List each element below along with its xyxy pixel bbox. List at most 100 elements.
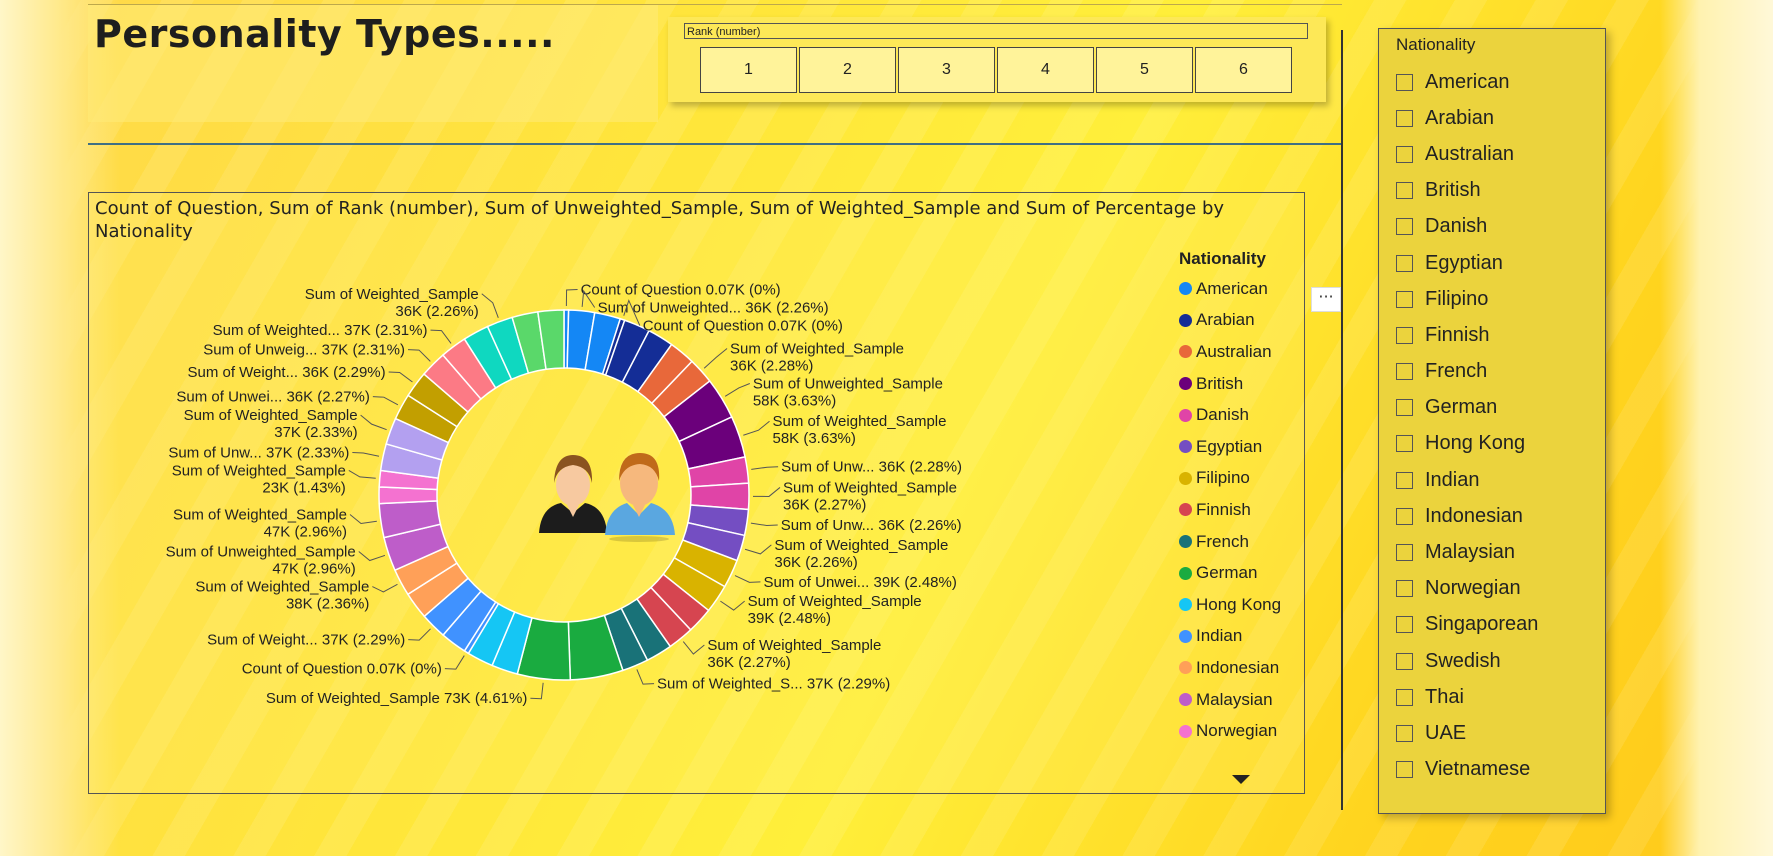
legend-dot-icon: [1179, 503, 1192, 517]
rank-option-6[interactable]: 6: [1195, 47, 1292, 93]
legend-item[interactable]: American: [1179, 273, 1281, 305]
checkbox[interactable]: [1396, 73, 1413, 91]
checkbox[interactable]: [1396, 688, 1413, 706]
nationality-option[interactable]: German: [1396, 390, 1538, 426]
legend-item[interactable]: Arabian: [1179, 305, 1281, 337]
legend-title: Nationality: [1179, 249, 1266, 268]
nationality-option-label: Filipino: [1425, 287, 1489, 310]
checkbox[interactable]: [1396, 435, 1413, 453]
leader-line: [724, 383, 751, 397]
legend-item[interactable]: Filipino: [1179, 463, 1281, 495]
rank-slicer-title: Rank (number): [684, 23, 1308, 39]
nationality-option[interactable]: Malaysian: [1396, 534, 1538, 570]
legend-label: Malaysian: [1196, 689, 1273, 709]
nationality-option[interactable]: Australian: [1396, 136, 1538, 172]
nationality-slicer-title: Nationality: [1396, 35, 1476, 54]
checkbox[interactable]: [1396, 254, 1413, 272]
legend-dot-icon: [1179, 661, 1192, 675]
checkbox[interactable]: [1396, 471, 1413, 489]
nationality-option[interactable]: Danish: [1396, 209, 1538, 245]
legend-dot-icon: [1179, 629, 1192, 643]
checkbox[interactable]: [1396, 218, 1413, 236]
legend-item[interactable]: Australian: [1179, 336, 1281, 368]
checkbox[interactable]: [1396, 290, 1413, 308]
rank-option-1[interactable]: 1: [700, 47, 797, 93]
nationality-option-label: UAE: [1425, 721, 1467, 744]
legend-label: Filipino: [1196, 468, 1250, 488]
legend-item[interactable]: Indian: [1179, 621, 1281, 653]
legend-scroll-down-icon[interactable]: [1232, 775, 1250, 784]
slice-data-label: Sum of Weighted_Sample 36K (2.27%): [707, 637, 881, 671]
rank-option-4[interactable]: 4: [997, 47, 1094, 93]
nationality-option-label: Malaysian: [1425, 541, 1516, 564]
rank-option-3[interactable]: 3: [898, 47, 995, 93]
donut-chart-visual[interactable]: Count of Question, Sum of Rank (number),…: [88, 192, 1305, 794]
checkbox[interactable]: [1396, 724, 1413, 742]
leader-line: [372, 396, 399, 406]
leader-line: [751, 466, 779, 470]
slice-data-label: Sum of Unweighted_Sample 47K (2.96%): [166, 544, 356, 578]
nationality-option[interactable]: Thai: [1396, 679, 1538, 715]
legend-item[interactable]: Norwegian: [1179, 715, 1281, 747]
nationality-option[interactable]: French: [1396, 354, 1538, 390]
nationality-option[interactable]: Indian: [1396, 462, 1538, 498]
slice-data-label: Sum of Unw... 36K (2.26%): [781, 517, 962, 534]
checkbox[interactable]: [1396, 182, 1413, 200]
legend-item[interactable]: Danish: [1179, 399, 1281, 431]
checkbox[interactable]: [1396, 616, 1413, 634]
checkbox[interactable]: [1396, 761, 1413, 779]
checkbox[interactable]: [1396, 652, 1413, 670]
legend-item[interactable]: Indonesian: [1179, 652, 1281, 684]
legend-item[interactable]: German: [1179, 557, 1281, 589]
legend-item[interactable]: Finnish: [1179, 494, 1281, 526]
nationality-option[interactable]: American: [1396, 64, 1538, 100]
chart-legend: Nationality American Arabian Australian Bri…: [1179, 249, 1281, 747]
nationality-option[interactable]: Egyptian: [1396, 245, 1538, 281]
legend-item[interactable]: Egyptian: [1179, 431, 1281, 463]
nationality-option[interactable]: British: [1396, 173, 1538, 209]
page-title: Personality Types.....: [94, 12, 555, 56]
nationality-option[interactable]: Indonesian: [1396, 498, 1538, 534]
slice-data-label: Sum of Weighted_Sample 47K (2.96%): [173, 506, 347, 540]
leader-line: [408, 628, 431, 641]
nationality-option[interactable]: Swedish: [1396, 643, 1538, 679]
nationality-option[interactable]: Singaporean: [1396, 607, 1538, 643]
legend-label: Arabian: [1196, 310, 1255, 330]
legend-item[interactable]: Malaysian: [1179, 684, 1281, 716]
leader-line: [388, 371, 413, 383]
checkbox[interactable]: [1396, 145, 1413, 163]
slice-data-label: Sum of Unwei... 36K (2.27%): [176, 389, 369, 406]
leader-line: [744, 544, 772, 555]
rank-option-2[interactable]: 2: [799, 47, 896, 93]
checkbox[interactable]: [1396, 326, 1413, 344]
nationality-option-label: Vietnamese: [1425, 758, 1531, 781]
nationality-option[interactable]: Arabian: [1396, 100, 1538, 136]
more-options-button[interactable]: ···: [1311, 287, 1341, 312]
checkbox[interactable]: [1396, 109, 1413, 127]
checkbox[interactable]: [1396, 544, 1413, 562]
slice-data-label: Sum of Weight... 36K (2.29%): [187, 364, 385, 381]
leader-line: [430, 329, 452, 344]
legend-label: Norwegian: [1196, 721, 1278, 741]
slice-data-label: Sum of Unwei... 39K (2.48%): [763, 574, 956, 591]
checkbox[interactable]: [1396, 363, 1413, 381]
legend-item[interactable]: French: [1179, 526, 1281, 558]
nationality-option[interactable]: Filipino: [1396, 281, 1538, 317]
checkbox[interactable]: [1396, 399, 1413, 417]
nationality-option[interactable]: Hong Kong: [1396, 426, 1538, 462]
rank-option-5[interactable]: 5: [1096, 47, 1193, 93]
slice-data-label: Count of Question 0.07K (0%): [242, 661, 442, 678]
checkbox[interactable]: [1396, 507, 1413, 525]
leader-line: [703, 348, 728, 369]
nationality-option[interactable]: Vietnamese: [1396, 752, 1538, 788]
nationality-option[interactable]: Norwegian: [1396, 571, 1538, 607]
leader-line: [636, 669, 655, 685]
slice-data-label: Sum of Weighted_Sample 36K (2.26%): [774, 537, 948, 571]
legend-item[interactable]: British: [1179, 368, 1281, 400]
checkbox[interactable]: [1396, 580, 1413, 598]
legend-item[interactable]: Hong Kong: [1179, 589, 1281, 621]
nationality-option[interactable]: Finnish: [1396, 317, 1538, 353]
nationality-option-label: French: [1425, 360, 1488, 383]
nationality-option-label: Thai: [1425, 685, 1464, 708]
nationality-option[interactable]: UAE: [1396, 715, 1538, 751]
